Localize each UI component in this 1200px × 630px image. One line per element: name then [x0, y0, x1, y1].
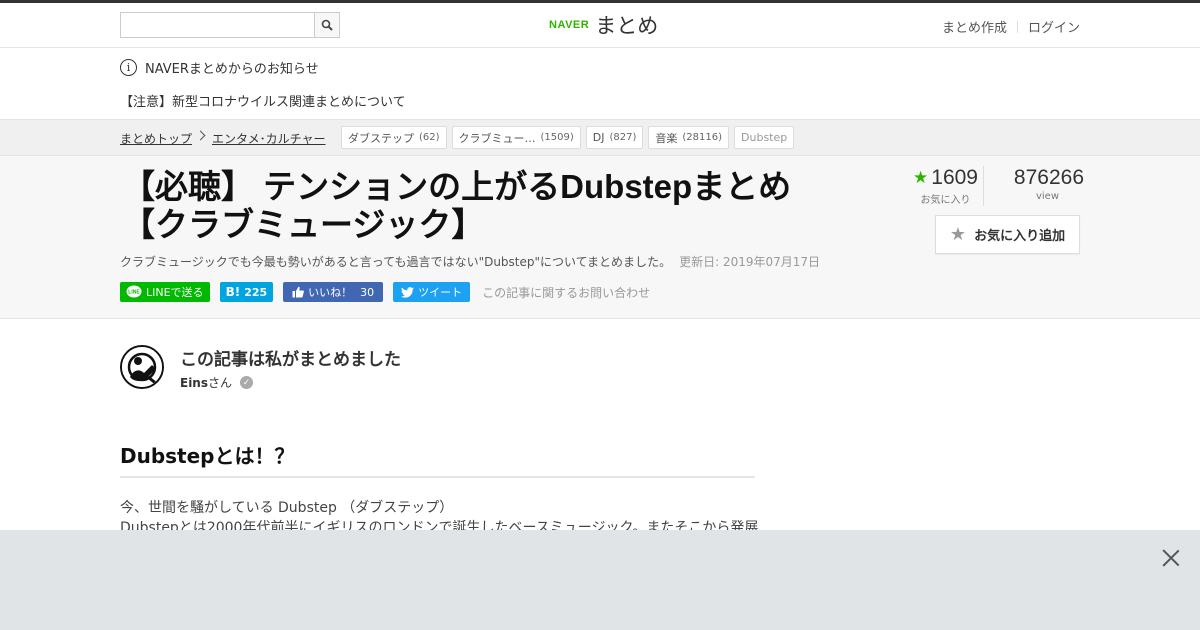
updated-date: 更新日: 2019年07月17日 [679, 255, 821, 269]
star-icon: ★ [949, 224, 967, 245]
author-name[interactable]: Eins [180, 376, 208, 390]
body-line: 今、世間を騒がしている Dubstep （ダブステップ） [120, 500, 454, 516]
chevron-right-icon [195, 130, 206, 141]
page-title: 【必聴】 テンションの上がるDubstepまとめ 【クラブミュージック】 [122, 168, 812, 244]
views-stat: 876266 view [984, 166, 1084, 206]
views-count: 876266 [1013, 166, 1084, 189]
search-button[interactable] [314, 12, 340, 38]
divider [1016, 20, 1018, 33]
close-icon[interactable] [1160, 547, 1182, 569]
favorites-count: 1609 [931, 166, 978, 189]
views-label: view [1035, 191, 1059, 202]
login-link[interactable]: ログイン [1028, 17, 1080, 36]
title-line-1: 【必聴】 テンションの上がるDubstepまとめ [122, 168, 792, 205]
tag-label: クラブミュー… [458, 131, 536, 145]
hatena-icon: B! [225, 285, 241, 299]
ad-banner [0, 530, 1200, 630]
article-description: クラブミュージックでも今最も勢いがあると言っても過言ではない"Dubstep"に… [120, 253, 820, 270]
line-icon: LINE [126, 285, 142, 298]
notice-title: NAVERまとめからのお知らせ [145, 62, 319, 77]
tag-count: (28116) [682, 132, 723, 143]
star-icon: ★ [913, 168, 929, 187]
share-buttons: LINE LINEで送る B! 225 いいね！ 30 ツイート この記事に関す… [120, 282, 650, 302]
avatar[interactable] [120, 345, 164, 389]
svg-text:LINE: LINE [128, 290, 140, 296]
site-header: NAVER まとめ まとめ作成 ログイン [0, 3, 1200, 48]
breadcrumb-category[interactable]: エンタメ･カルチャー [212, 130, 326, 147]
tag-count: (827) [609, 132, 637, 143]
thumbs-up-icon [292, 286, 305, 298]
twitter-bird-icon [401, 286, 415, 298]
tag-item[interactable]: ダブステップ (62) [341, 126, 447, 149]
tag-label: DJ [592, 131, 605, 144]
header-links: まとめ作成 ログイン [942, 17, 1080, 36]
tag-count: (1509) [540, 132, 574, 143]
title-line-2: 【クラブミュージック】 [122, 206, 485, 243]
description-text: クラブミュージックでも今最も勢いがあると言っても過言ではない"Dubstep"に… [120, 255, 672, 269]
hatena-count: 225 [244, 285, 268, 299]
author-suffix: さん [208, 376, 233, 390]
add-favorite-button[interactable]: ★ お気に入り追加 [935, 215, 1080, 254]
tag-label: Dubstep [741, 131, 788, 144]
notice-link[interactable]: 【注意】新型コロナウイルス関連まとめについて [120, 91, 406, 110]
contact-link[interactable]: この記事に関するお問い合わせ [482, 284, 650, 301]
facebook-like-label: いいね！ [308, 286, 353, 299]
tag-item[interactable]: 音楽 (28116) [648, 126, 730, 149]
tweet-label: ツイート [418, 286, 463, 299]
article-stats: ★ 1609 お気に入り 876266 view [908, 166, 1084, 206]
facebook-like-button[interactable]: いいね！ 30 [283, 282, 384, 302]
add-favorite-label: お気に入り追加 [974, 229, 1066, 244]
facebook-like-count: 30 [360, 285, 375, 299]
logo-text: まとめ [595, 14, 659, 38]
tag-item[interactable]: DJ (827) [585, 126, 644, 149]
info-icon: i [120, 59, 137, 76]
search-input[interactable] [120, 12, 315, 38]
notice-header: i NAVERまとめからのお知らせ [120, 58, 319, 77]
site-logo[interactable]: NAVER まとめ [549, 11, 658, 39]
article-header: 【必聴】 テンションの上がるDubstepまとめ 【クラブミュージック】 クラブ… [0, 156, 1200, 319]
favorites-label: お気に入り [920, 195, 971, 206]
line-share-button[interactable]: LINE LINEで送る [120, 282, 210, 302]
author-heading: この記事は私がまとめました [180, 350, 401, 370]
author-name-row: Eins さん ✓ [180, 374, 254, 391]
tag-label: 音楽 [655, 131, 678, 145]
tag-label: ダブステップ [348, 131, 414, 145]
tag-item[interactable]: Dubstep [734, 126, 795, 149]
section-heading: Dubstepとは！？ [120, 440, 755, 478]
breadcrumb-top[interactable]: まとめトップ [120, 130, 192, 147]
verified-check-icon: ✓ [240, 376, 254, 389]
search-icon [321, 19, 333, 31]
line-share-label: LINEで送る [146, 286, 204, 299]
tag-list: ダブステップ (62) クラブミュー… (1509) DJ (827) 音楽 (2811… [341, 126, 795, 149]
create-matome-link[interactable]: まとめ作成 [942, 17, 1007, 36]
tag-count: (62) [419, 132, 440, 143]
tweet-button[interactable]: ツイート [393, 282, 471, 302]
breadcrumb-bar: まとめトップ エンタメ･カルチャー ダブステップ (62) クラブミュー… (150… [0, 119, 1200, 156]
avatar-image [122, 347, 162, 387]
logo-brand: NAVER [549, 19, 590, 31]
favorites-stat: ★ 1609 お気に入り [908, 166, 984, 206]
tag-item[interactable]: クラブミュー… (1509) [451, 126, 581, 149]
hatena-bookmark-button[interactable]: B! 225 [219, 282, 274, 302]
